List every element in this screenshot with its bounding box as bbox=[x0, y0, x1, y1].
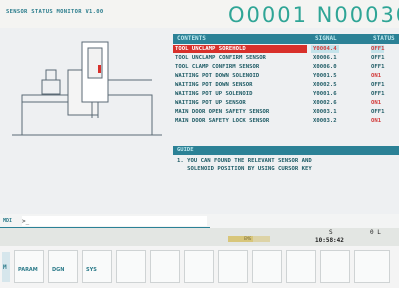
status-bar: EMG S 0 L 10:58:42 bbox=[0, 228, 399, 246]
table-row[interactable]: WAITING POT DOWN SENSOR X0002.5 OFF1 bbox=[173, 81, 399, 89]
machine-diagram bbox=[12, 41, 162, 136]
row-content: TOOL CLAMP CONFIRM SENSOR bbox=[175, 64, 260, 70]
row-signal: Y0001.5 bbox=[313, 73, 337, 79]
table-row[interactable]: TOOL CLAMP CONFIRM SENSOR X0006.0 OFF1 bbox=[173, 63, 399, 71]
sensor-marker bbox=[98, 65, 101, 73]
header-bar: SENSOR STATUS MONITOR V1.00 O0001 N00030 bbox=[0, 0, 399, 28]
softkey-bar: M PARAM DGN SYS bbox=[0, 246, 399, 288]
softkey-5[interactable] bbox=[150, 250, 180, 283]
status-time: 10:58:42 bbox=[315, 237, 344, 244]
softkey-label: PARAM bbox=[18, 267, 38, 273]
softkey-param[interactable]: PARAM bbox=[14, 250, 44, 283]
contents-header: CONTENTS bbox=[177, 35, 206, 42]
row-content: TOOL UNCLAMP SOREHOLD bbox=[173, 45, 307, 53]
row-content: MAIN DOOR OPEN SAFETY SENSOR bbox=[175, 109, 270, 115]
softkey-right-arrow[interactable] bbox=[354, 250, 390, 283]
row-status: OFF1 bbox=[371, 45, 385, 53]
table-row[interactable]: WAITING POT UP SOLENOID Y0001.6 OFF1 bbox=[173, 90, 399, 98]
signal-header: SIGNAL bbox=[315, 35, 337, 42]
table-row[interactable]: MAIN DOOR OPEN SAFETY SENSOR X0003.1 OFF… bbox=[173, 108, 399, 116]
table-row[interactable]: WAITING POT UP SENSOR X0002.6 ON1 bbox=[173, 99, 399, 107]
softkey-label: SYS bbox=[86, 267, 97, 273]
row-signal: X0006.0 bbox=[313, 64, 337, 70]
row-status: ON1 bbox=[371, 73, 382, 79]
row-signal: Y0004.4 bbox=[311, 45, 339, 53]
softkey-9[interactable] bbox=[286, 250, 316, 283]
guide-line: 1. YOU CAN FOUND THE RELEVANT SENSOR AND bbox=[177, 158, 312, 164]
row-content: WAITING POT DOWN SENSOR bbox=[175, 82, 253, 88]
input-mode-label: MDI bbox=[3, 218, 13, 224]
row-status: OFF1 bbox=[371, 64, 385, 70]
row-signal: X0002.6 bbox=[313, 100, 337, 106]
guide-header: GUIDE bbox=[173, 146, 399, 155]
softkey-dgn[interactable]: DGN bbox=[48, 250, 78, 283]
softkey-4[interactable] bbox=[116, 250, 146, 283]
program-number: O0001 N00030 bbox=[228, 3, 399, 27]
status-line: S bbox=[329, 229, 333, 236]
input-bar: MDI bbox=[0, 214, 399, 228]
guide-panel: GUIDE 1. YOU CAN FOUND THE RELEVANT SENS… bbox=[173, 146, 399, 184]
row-content: WAITING POT UP SOLENOID bbox=[175, 91, 253, 97]
guide-title: GUIDE bbox=[177, 147, 194, 153]
row-content: MAIN DOOR SAFETY LOCK SENSOR bbox=[175, 118, 270, 124]
softkey-left-arrow[interactable]: M bbox=[2, 252, 10, 282]
softkey-7[interactable] bbox=[218, 250, 248, 283]
row-signal: Y0001.6 bbox=[313, 91, 337, 97]
softkey-sys[interactable]: SYS bbox=[82, 250, 112, 283]
table-row[interactable]: TOOL UNCLAMP CONFIRM SENSOR X0006.1 OFF1 bbox=[173, 54, 399, 62]
row-signal: X0002.5 bbox=[313, 82, 337, 88]
softkey-10[interactable] bbox=[320, 250, 350, 283]
row-status: OFF1 bbox=[371, 91, 385, 97]
row-status: OFF1 bbox=[371, 109, 385, 115]
table-row[interactable]: MAIN DOOR SAFETY LOCK SENSOR X0003.2 ON1 bbox=[173, 117, 399, 125]
row-content: TOOL UNCLAMP CONFIRM SENSOR bbox=[175, 55, 266, 61]
status-emg-label: EMG bbox=[244, 236, 252, 241]
row-status: ON1 bbox=[371, 100, 382, 106]
status-flag: 0 L bbox=[370, 229, 381, 236]
row-content: WAITING POT DOWN SOLENOID bbox=[175, 73, 260, 79]
row-status: OFF1 bbox=[371, 55, 385, 61]
screen-title: SENSOR STATUS MONITOR V1.00 bbox=[6, 9, 104, 15]
row-content: WAITING POT UP SENSOR bbox=[175, 100, 246, 106]
softkey-8[interactable] bbox=[252, 250, 282, 283]
row-signal: X0003.1 bbox=[313, 109, 337, 115]
table-row[interactable]: TOOL UNCLAMP SOREHOLD Y0004.4 OFF1 bbox=[173, 45, 399, 53]
command-input[interactable] bbox=[22, 216, 207, 226]
cnc-screen: SENSOR STATUS MONITOR V1.00 O0001 N00030… bbox=[0, 0, 399, 288]
softkey-label: DGN bbox=[52, 267, 65, 273]
softkey-6[interactable] bbox=[184, 250, 214, 283]
sensor-table: CONTENTS SIGNAL STATUS TOOL UNCLAMP SORE… bbox=[173, 34, 399, 132]
table-header: CONTENTS SIGNAL STATUS bbox=[173, 34, 399, 44]
status-header: STATUS bbox=[373, 35, 395, 42]
softkey-left-label: M bbox=[3, 264, 7, 271]
row-status: OFF1 bbox=[371, 82, 385, 88]
row-signal: X0006.1 bbox=[313, 55, 337, 61]
table-row[interactable]: WAITING POT DOWN SOLENOID Y0001.5 ON1 bbox=[173, 72, 399, 80]
guide-line: SOLENOID POSITION BY USING CURSOR KEY bbox=[177, 166, 312, 172]
row-status: ON1 bbox=[371, 118, 382, 124]
row-signal: X0003.2 bbox=[313, 118, 337, 124]
